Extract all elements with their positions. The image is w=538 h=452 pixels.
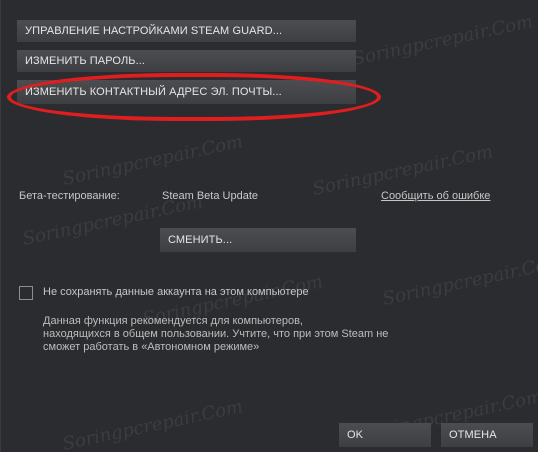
ok-button[interactable]: OK — [339, 423, 431, 447]
description-line: Данная функция рекомендуется для компьют… — [43, 315, 303, 327]
dont-save-account-checkbox[interactable] — [19, 286, 33, 300]
settings-window: Soringpcrepair.Com Soringpcrepair.Com So… — [0, 0, 538, 452]
description-line: находящихся в общем пользовании. Учтите,… — [43, 328, 389, 340]
watermark: Soringpcrepair.Com — [60, 131, 245, 190]
report-bug-link[interactable]: Сообщить об ошибке — [381, 190, 490, 202]
steam-guard-settings-button[interactable]: УПРАВЛЕНИЕ НАСТРОЙКАМИ STEAM GUARD... — [17, 20, 356, 42]
checkbox-description: Данная функция рекомендуется для компьют… — [43, 315, 403, 354]
beta-value: Steam Beta Update — [162, 190, 259, 202]
watermark: Soringpcrepair.Com — [380, 251, 538, 310]
dont-save-account-label: Не сохранять данные аккаунта на этом ком… — [43, 286, 309, 298]
change-email-button[interactable]: ИЗМЕНИТЬ КОНТАКТНЫЙ АДРЕС ЭЛ. ПОЧТЫ... — [17, 80, 356, 104]
description-line: сможет работать в «Автономном режиме» — [43, 341, 260, 353]
change-password-button[interactable]: ИЗМЕНИТЬ ПАРОЛЬ... — [17, 50, 356, 72]
cancel-button[interactable]: ОТМЕНА — [441, 423, 533, 447]
watermark: Soringpcrepair.Com — [350, 11, 535, 70]
beta-label: Бета-тестирование: — [19, 190, 120, 202]
change-beta-button[interactable]: СМЕНИТЬ... — [160, 228, 356, 252]
watermark: Soringpcrepair.Com — [60, 396, 245, 452]
